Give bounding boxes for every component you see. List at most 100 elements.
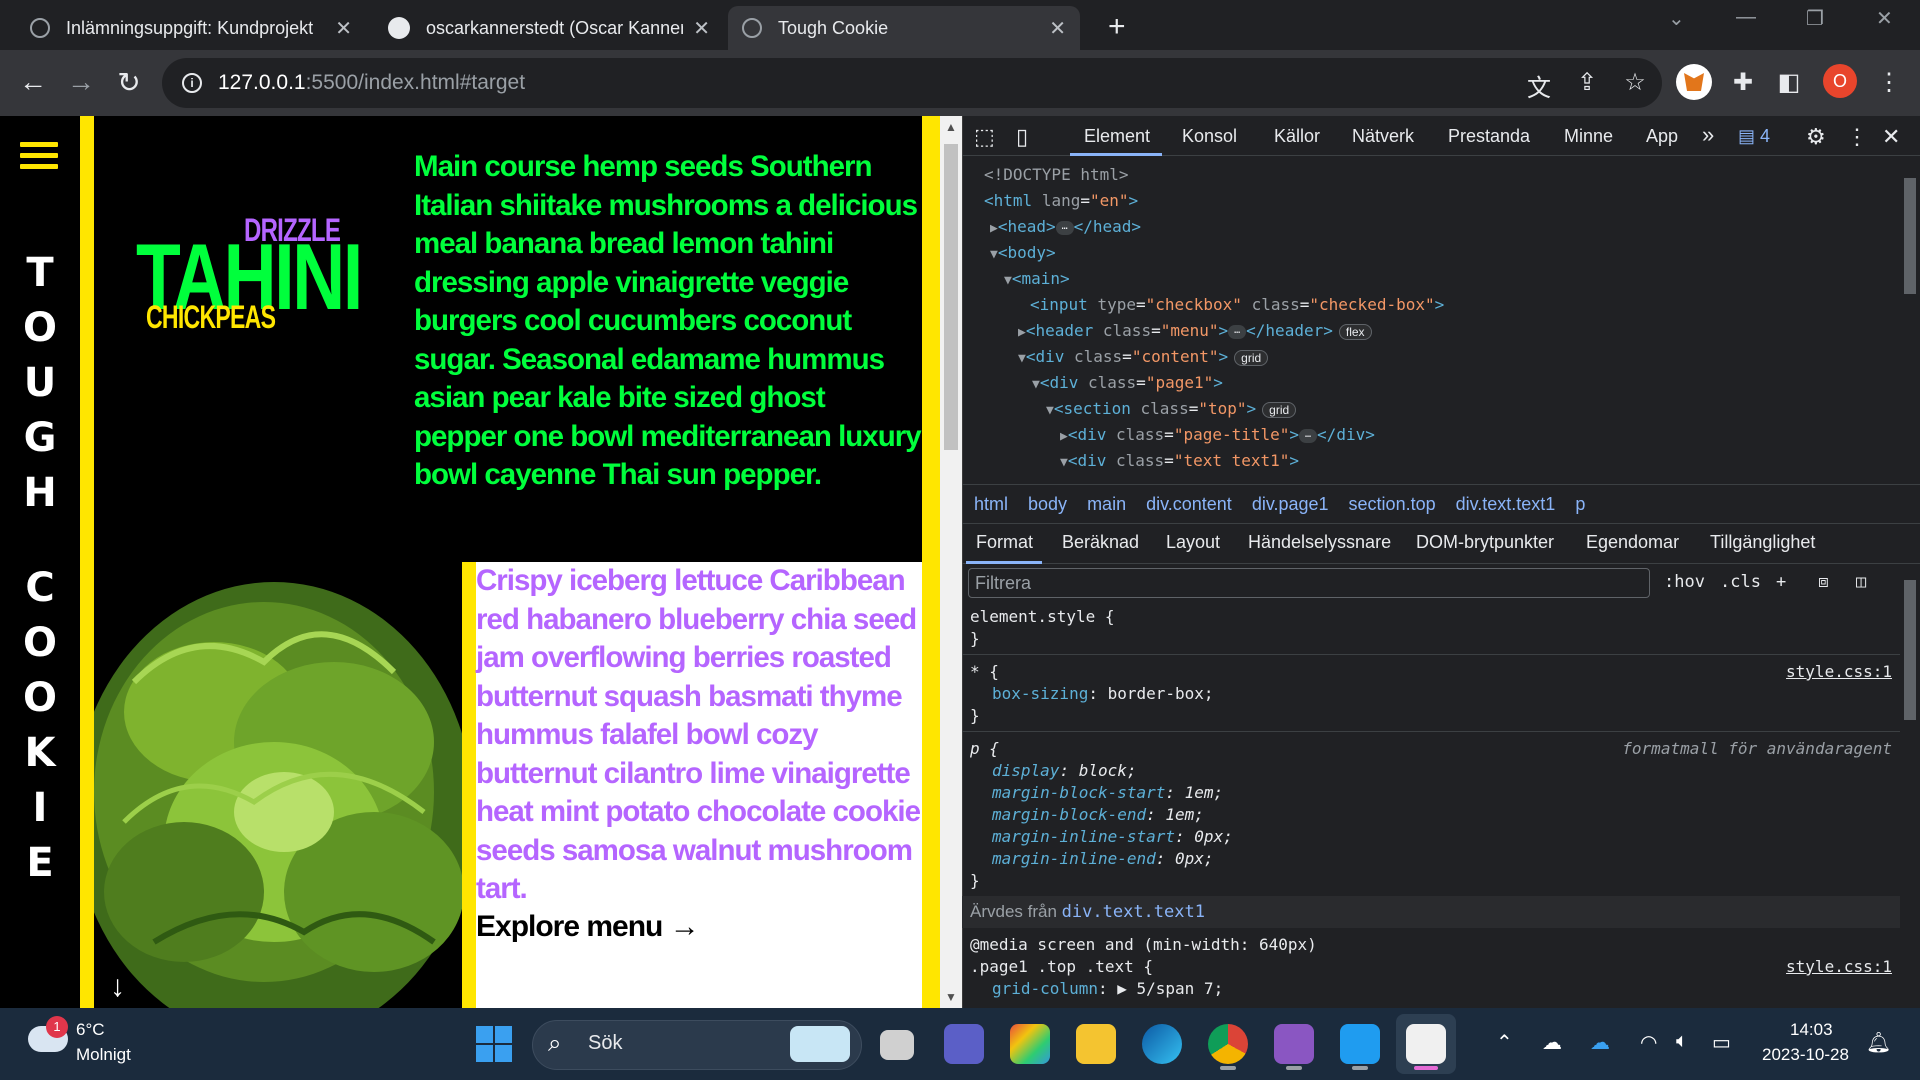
breadcrumb-item[interactable]: section.top [1349,494,1436,515]
devtools-menu-icon[interactable]: ⋮ [1846,124,1868,150]
teams-icon[interactable] [944,1024,984,1064]
tab-search-icon[interactable]: ⌄ [1668,6,1685,31]
stylesheet-link[interactable]: style.css:1 [1786,956,1892,978]
inherited-from-link[interactable]: div.text.text1 [1062,902,1205,922]
side-panel-icon[interactable]: ◧ [1774,68,1804,97]
reload-icon[interactable]: ↻ [112,66,146,99]
tab-tillganglighet[interactable]: Tillgänglighet [1710,532,1815,553]
scroll-down-icon[interactable]: ↓ [110,970,125,1004]
tab-layout[interactable]: Layout [1166,532,1220,553]
close-devtools-icon[interactable]: ✕ [1882,124,1900,150]
dom-line[interactable]: ▼<div class="page1"> [978,370,1898,396]
dom-line[interactable]: ▶<div class="page-title">… </div> [978,422,1898,448]
devtools-tab-prestanda[interactable]: Prestanda [1448,126,1530,147]
devtools-tab-kallor[interactable]: Källor [1274,126,1320,147]
wifi-icon[interactable]: ◠ [1640,1030,1657,1055]
forward-icon[interactable]: → [64,66,98,98]
dom-scrollbar-thumb[interactable] [1904,178,1916,294]
address-bar[interactable]: i 127.0.0.1:5500/index.html#target [162,58,1662,108]
chrome-icon[interactable] [1208,1024,1248,1064]
back-icon[interactable]: ← [16,66,50,98]
snipping-tool-icon[interactable] [1406,1024,1446,1064]
battery-icon[interactable]: ▭ [1712,1030,1731,1055]
breadcrumb-item[interactable]: div.page1 [1252,494,1329,515]
onedrive-blue-icon[interactable]: ☁ [1590,1030,1610,1055]
cls-toggle[interactable]: .cls [1720,572,1761,592]
windows-start-icon[interactable] [476,1026,512,1062]
close-icon[interactable]: ✕ [1049,16,1066,41]
file-explorer-icon[interactable] [1076,1024,1116,1064]
devtools-tab-natverk[interactable]: Nätverk [1352,126,1414,147]
dom-line[interactable]: ▼<section class="top"> grid [978,396,1898,422]
devtools-tab-minne[interactable]: Minne [1564,126,1613,147]
dom-line[interactable]: ▼<body> [978,240,1898,266]
tab-format[interactable]: Format [976,532,1033,553]
tab-tough-cookie[interactable]: Tough Cookie ✕ [728,6,1080,50]
tab-github[interactable]: oscarkannerstedt (Oscar Kanners ✕ [374,6,724,50]
chevron-up-icon[interactable]: ⌃ [1496,1030,1513,1055]
breadcrumb-item[interactable]: div.content [1146,494,1232,515]
dom-line[interactable]: <input type="checkbox" class="checked-bo… [978,292,1898,318]
styles-filter-input[interactable]: Filtrera [968,568,1650,598]
clock-date[interactable]: 2023-10-28 [1762,1045,1849,1065]
explore-menu-link[interactable]: Explore menu → [476,910,700,944]
inspect-element-icon[interactable]: ⬚ [974,124,995,150]
hov-toggle[interactable]: :hov [1664,572,1705,592]
tab-dom-brytpunkter[interactable]: DOM-brytpunkter [1416,532,1554,553]
git-app-icon[interactable] [1010,1024,1050,1064]
scroll-up-icon[interactable]: ▲ [945,120,957,134]
dom-line[interactable]: ▶<head>… </head> [978,214,1898,240]
dom-line[interactable]: ▶<header class="menu">… </header> flex [978,318,1898,344]
devtools-tab-element[interactable]: Element [1084,126,1150,147]
volume-icon[interactable]: 🔈︎ [1676,1030,1688,1053]
new-rule-icon[interactable]: + [1776,572,1786,592]
github-desktop-icon[interactable] [1274,1024,1314,1064]
dom-line[interactable]: ▼<main> [978,266,1898,292]
menu-kebab-icon[interactable]: ⋮ [1874,68,1904,97]
grid-badge[interactable]: grid [1234,350,1269,366]
rendering-emulation-icon[interactable]: ⧈ [1818,572,1829,592]
dom-line[interactable]: ▼<div class="text text1"> [978,448,1898,474]
tab-beraknad[interactable]: Beräknad [1062,532,1139,553]
tab-handelselyssnare[interactable]: Händelselyssnare [1248,532,1391,553]
device-toolbar-icon[interactable]: ▯ [1016,124,1028,150]
stylesheet-link[interactable]: style.css:1 [1786,661,1892,683]
close-icon[interactable]: ✕ [693,16,710,41]
notification-bell-icon[interactable]: 🔔︎ [1866,1030,1891,1055]
task-view-icon[interactable] [880,1030,914,1060]
extensions-icon[interactable]: ✚ [1728,68,1758,97]
breadcrumb-item[interactable]: p [1575,494,1585,515]
profile-avatar[interactable]: O [1823,64,1857,98]
grid-badge[interactable]: grid [1262,402,1297,418]
new-tab-button[interactable]: + [1108,10,1126,44]
breadcrumb-item[interactable]: main [1087,494,1126,515]
breadcrumb-item[interactable]: div.text.text1 [1456,494,1556,515]
issues-counter[interactable]: ▤ 4 [1738,126,1770,147]
hamburger-menu-icon[interactable] [20,142,58,175]
dom-line[interactable]: ▼<div class="content"> grid [978,344,1898,370]
clock-time[interactable]: 14:03 [1790,1020,1833,1040]
devtools-tab-konsol[interactable]: Konsol [1182,126,1237,147]
weather-temperature[interactable]: 6°C [76,1020,105,1040]
page-scrollbar-thumb[interactable] [944,144,958,450]
info-icon[interactable]: i [182,73,202,93]
styles-scrollbar-thumb[interactable] [1904,580,1916,720]
bookmark-star-icon[interactable]: ☆ [1620,68,1650,97]
styles-rules[interactable]: element.style { } * {style.css:1 box-siz… [962,600,1900,1008]
tab-inlamning[interactable]: Inlämningsuppgift: Kundprojekt ✕ [16,6,366,50]
translate-icon[interactable]: ⽂ [1524,68,1554,103]
metamask-icon[interactable] [1676,64,1712,100]
share-icon[interactable]: ⇪ [1572,68,1602,97]
dom-tree[interactable]: <!DOCTYPE html> <html lang="en"> ▶<head>… [978,162,1898,474]
onedrive-icon[interactable]: ☁ [1542,1030,1562,1055]
breadcrumb-item[interactable]: body [1028,494,1067,515]
close-icon[interactable]: ✕ [335,16,352,41]
scroll-down-arrow-icon[interactable]: ▼ [945,990,957,1004]
vscode-icon[interactable] [1340,1024,1380,1064]
computed-sidebar-icon[interactable]: ◫ [1856,572,1866,592]
devtools-tab-app[interactable]: App [1646,126,1678,147]
breadcrumb-item[interactable]: html [974,494,1008,515]
weather-condition[interactable]: Molnigt [76,1045,131,1065]
dom-line[interactable]: <html lang="en"> [978,188,1898,214]
settings-gear-icon[interactable]: ⚙ [1806,124,1826,150]
